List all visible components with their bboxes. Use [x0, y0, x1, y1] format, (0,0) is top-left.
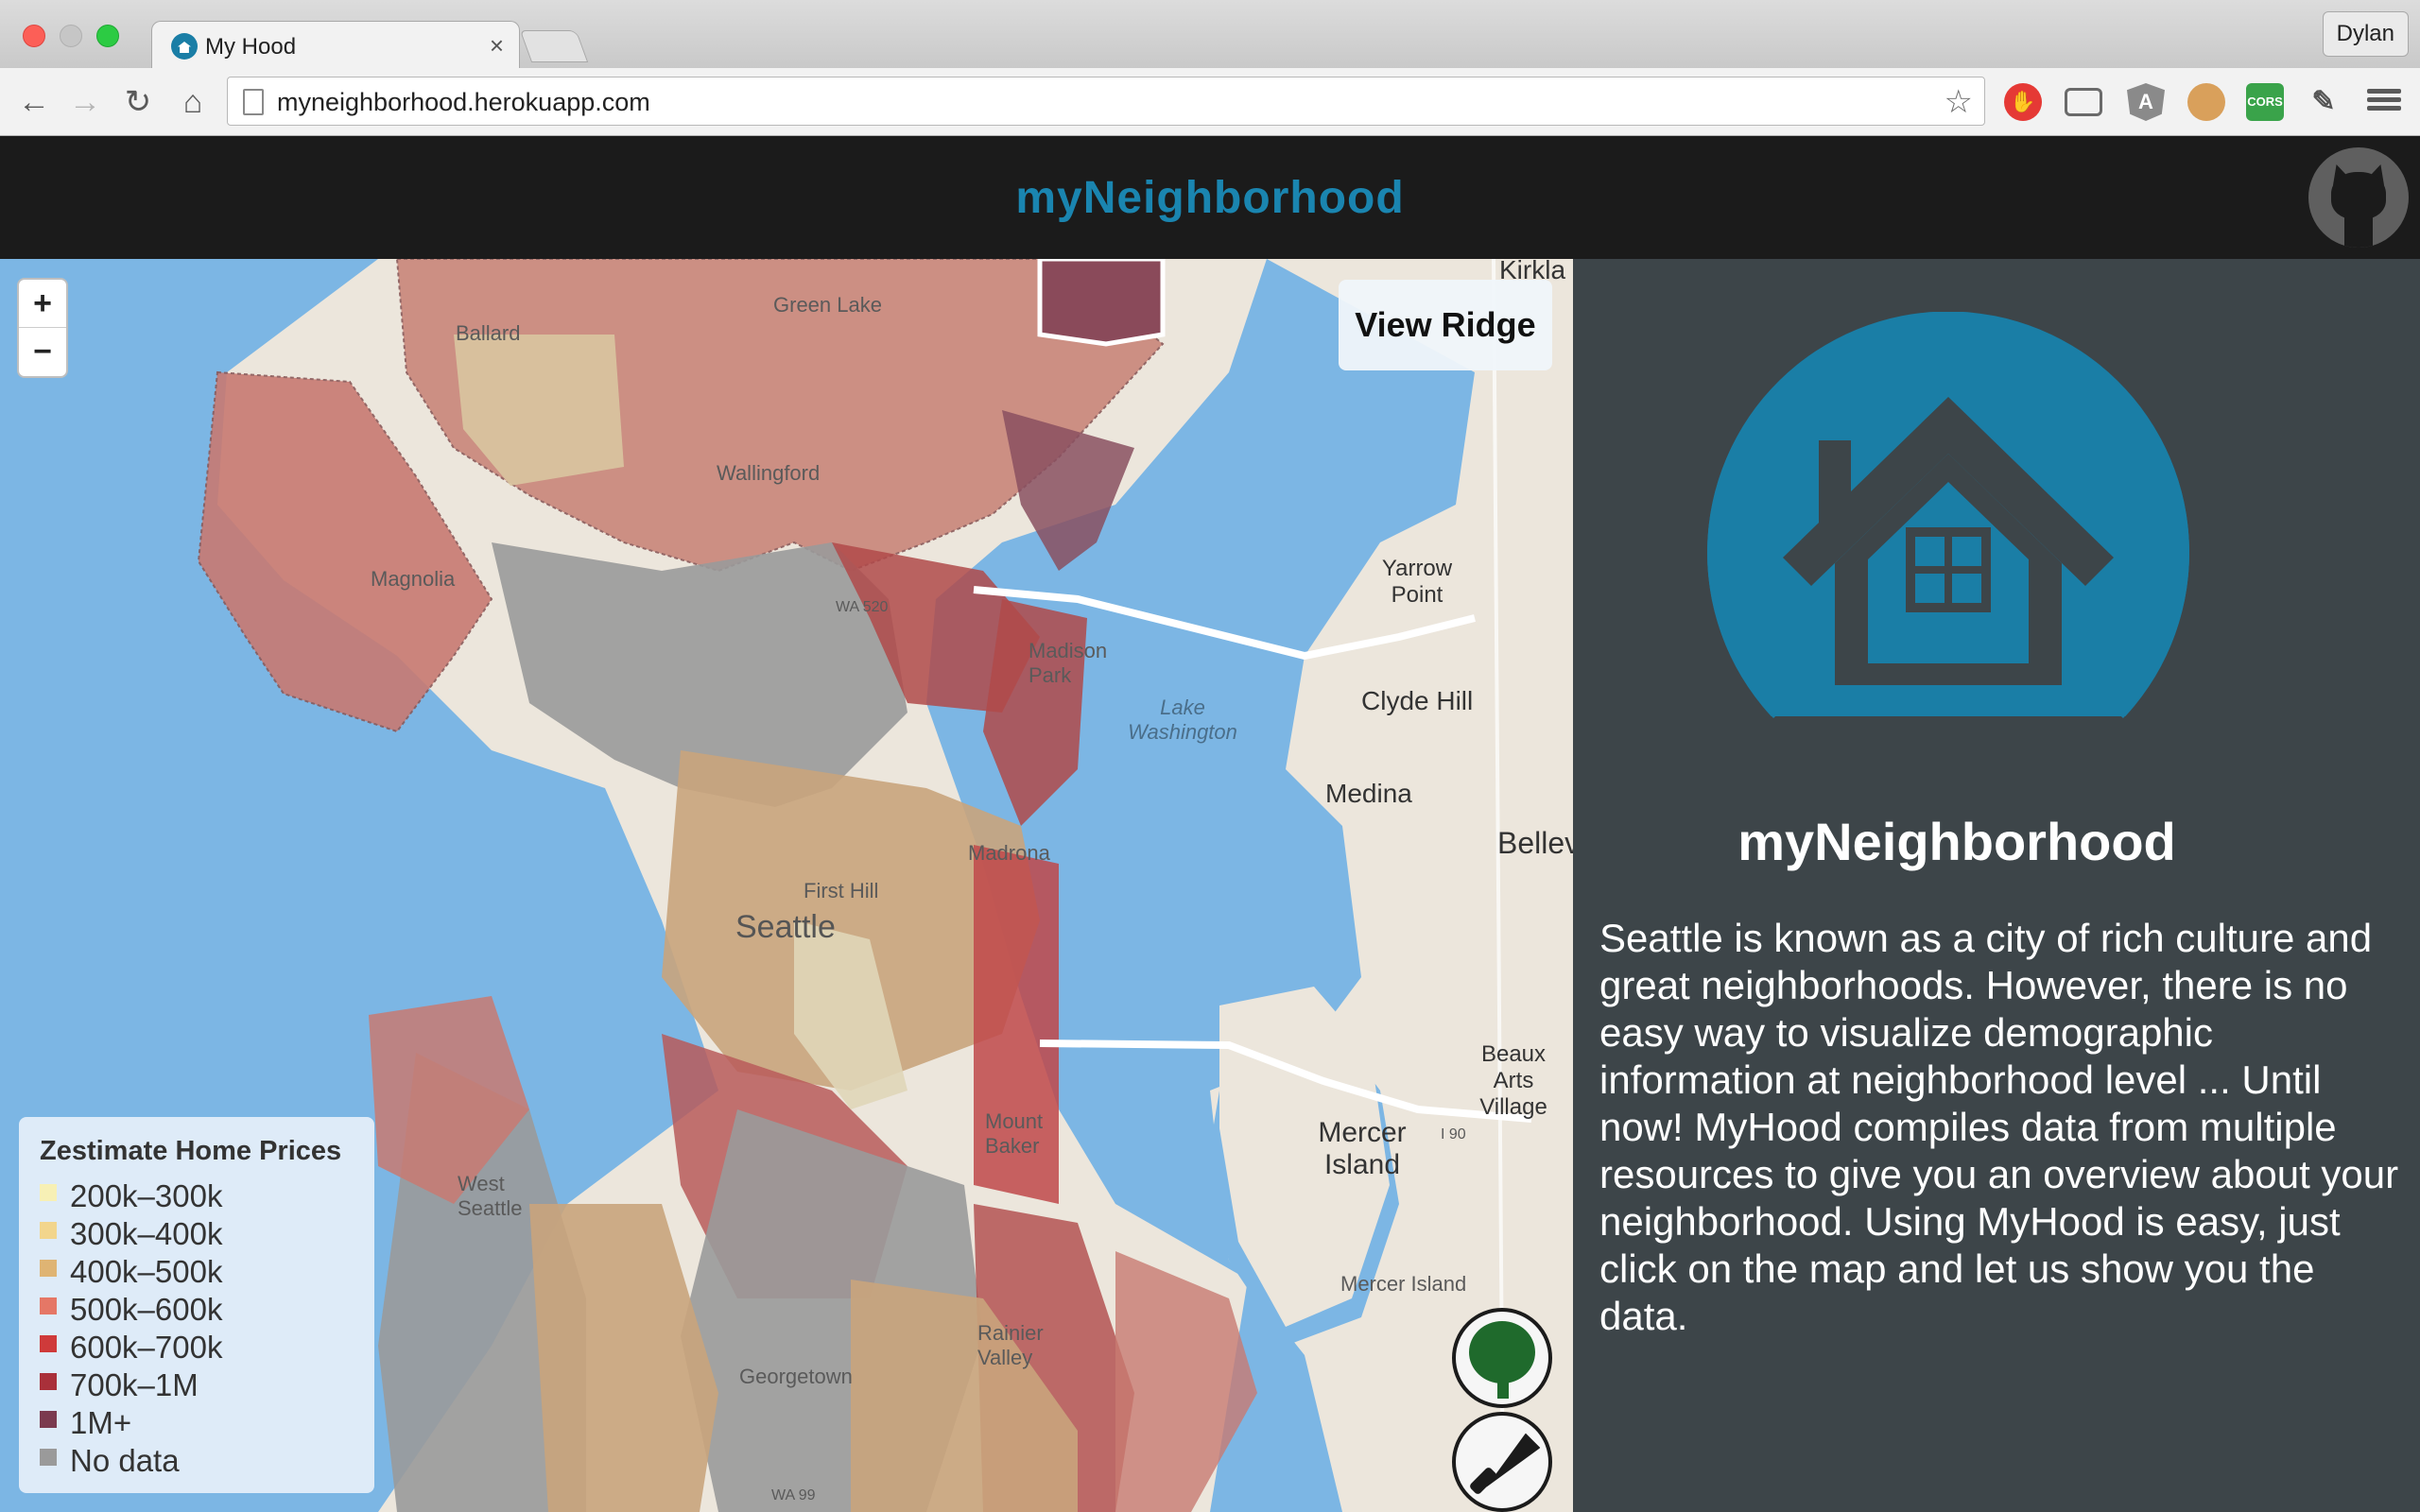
forward-arrow-icon[interactable]: → [64, 81, 106, 123]
cookie-extension-icon[interactable] [2187, 83, 2225, 121]
map-label: Green Lake [773, 293, 882, 317]
legend-swatch [40, 1184, 57, 1201]
zoom-in-button[interactable]: + [19, 280, 66, 328]
map-label: Magnolia [371, 567, 456, 591]
new-tab-button[interactable] [519, 30, 589, 62]
window-maximize-button[interactable] [96, 25, 119, 47]
legend-swatch [40, 1373, 57, 1390]
map-label: Kirkla [1499, 259, 1566, 284]
window-close-button[interactable] [23, 25, 45, 47]
legend-swatch [40, 1260, 57, 1277]
address-bar[interactable]: myneighborhood.herokuapp.com ☆ [227, 77, 1985, 126]
browser-toolbar: ← → ↻ ⌂ myneighborhood.herokuapp.com ☆ ✋… [0, 68, 2420, 136]
info-description: Seattle is known as a city of rich cultu… [1599, 916, 2399, 1338]
browser-menu-icon[interactable] [2367, 85, 2401, 119]
tab-close-icon[interactable]: × [490, 31, 504, 60]
site-header: myNeighborhood [0, 136, 2420, 259]
map-legend: Zestimate Home Prices 200k–300k 300k–400… [19, 1117, 374, 1493]
legend-item: 600k–700k [40, 1328, 354, 1366]
eyedropper-extension-icon[interactable]: ✎ [2305, 83, 2342, 121]
map-label: Georgetown [739, 1365, 853, 1388]
bookmark-star-icon[interactable]: ☆ [1945, 83, 1973, 121]
house-logo-icon [1707, 312, 2189, 794]
map-label: WA 520 [836, 599, 889, 615]
house-favicon-icon [171, 33, 198, 60]
cors-extension-icon[interactable]: CORS [2246, 83, 2284, 121]
tab-title: My Hood [205, 34, 297, 60]
profile-button[interactable]: Dylan [2322, 11, 2409, 57]
map-label: Wallingford [717, 461, 821, 485]
map-label: Medina [1325, 779, 1412, 808]
map-label: Mercer Island [1318, 1117, 1407, 1180]
legend-label: 200k–300k [70, 1178, 223, 1213]
map-label: Beaux Arts Village [1479, 1041, 1547, 1120]
info-title: myNeighborhood [1737, 812, 2176, 871]
map-label: Mercer Island [1340, 1272, 1467, 1296]
map-label: I 90 [1441, 1126, 1466, 1143]
back-arrow-icon[interactable]: ← [13, 81, 55, 123]
legend-label: 500k–600k [70, 1292, 223, 1327]
crime-knife-icon[interactable] [1452, 1412, 1552, 1512]
legend-title: Zestimate Home Prices [40, 1136, 342, 1166]
url-text[interactable]: myneighborhood.herokuapp.com [277, 88, 650, 117]
legend-swatch [40, 1335, 57, 1352]
legend-item: 700k–1M [40, 1366, 354, 1403]
legend-label: 400k–500k [70, 1254, 223, 1289]
map-label: Ballard [456, 321, 521, 345]
browser-tabstrip: My Hood × Dylan [0, 0, 2420, 70]
github-icon[interactable] [2308, 147, 2409, 248]
info-panel: myNeighborhood Seattle is known as a cit… [1573, 259, 2420, 1512]
map-label: Clyde Hill [1361, 686, 1474, 715]
legend-label: 700k–1M [70, 1367, 199, 1402]
legend-swatch [40, 1411, 57, 1428]
legend-item: 200k–300k [40, 1177, 354, 1214]
zoom-out-button[interactable]: − [19, 328, 66, 376]
legend-label: 600k–700k [70, 1330, 223, 1365]
stop-extension-icon[interactable]: ✋ [2004, 83, 2042, 121]
map-label: Rainier Valley [977, 1321, 1044, 1369]
window-minimize-button[interactable] [60, 25, 82, 47]
site-brand[interactable]: myNeighborhood [0, 172, 2420, 224]
page-icon [243, 89, 264, 115]
angular-extension-icon[interactable]: A [2127, 83, 2165, 121]
map-label: Madison Park [1028, 639, 1108, 687]
legend-label: No data [70, 1443, 180, 1478]
map-label: Lake Washington [1128, 696, 1237, 744]
legend-swatch [40, 1222, 57, 1239]
map-label: Seattle [735, 909, 836, 945]
cast-icon[interactable] [2065, 88, 2102, 116]
map-label: Mount Baker [985, 1109, 1044, 1158]
browser-tab[interactable]: My Hood × [151, 21, 520, 70]
neighborhood-map[interactable]: + − View Ridge Green Lake Ballard Wallin… [0, 259, 1573, 1512]
map-label: WA 99 [771, 1487, 816, 1503]
legend-item: 300k–400k [40, 1214, 354, 1252]
map-label: Madrona [968, 841, 1050, 865]
legend-item: 400k–500k [40, 1252, 354, 1290]
map-label: Yarrow Point [1381, 556, 1453, 608]
map-label: West Seattle [458, 1172, 523, 1220]
legend-label: 1M+ [70, 1405, 132, 1440]
legend-swatch [40, 1297, 57, 1314]
hover-neighborhood-label: View Ridge [1339, 280, 1552, 370]
home-icon[interactable]: ⌂ [172, 81, 214, 123]
map-label: First Hill [804, 879, 879, 902]
legend-item: 500k–600k [40, 1290, 354, 1328]
legend-item: No data [40, 1441, 354, 1479]
zoom-control: + − [17, 278, 68, 378]
reload-icon[interactable]: ↻ [117, 81, 159, 123]
legend-item: 1M+ [40, 1403, 354, 1441]
map-label: Bellev [1497, 826, 1573, 860]
legend-label: 300k–400k [70, 1216, 223, 1251]
legend-swatch [40, 1449, 57, 1466]
parks-tree-icon[interactable] [1452, 1308, 1552, 1408]
